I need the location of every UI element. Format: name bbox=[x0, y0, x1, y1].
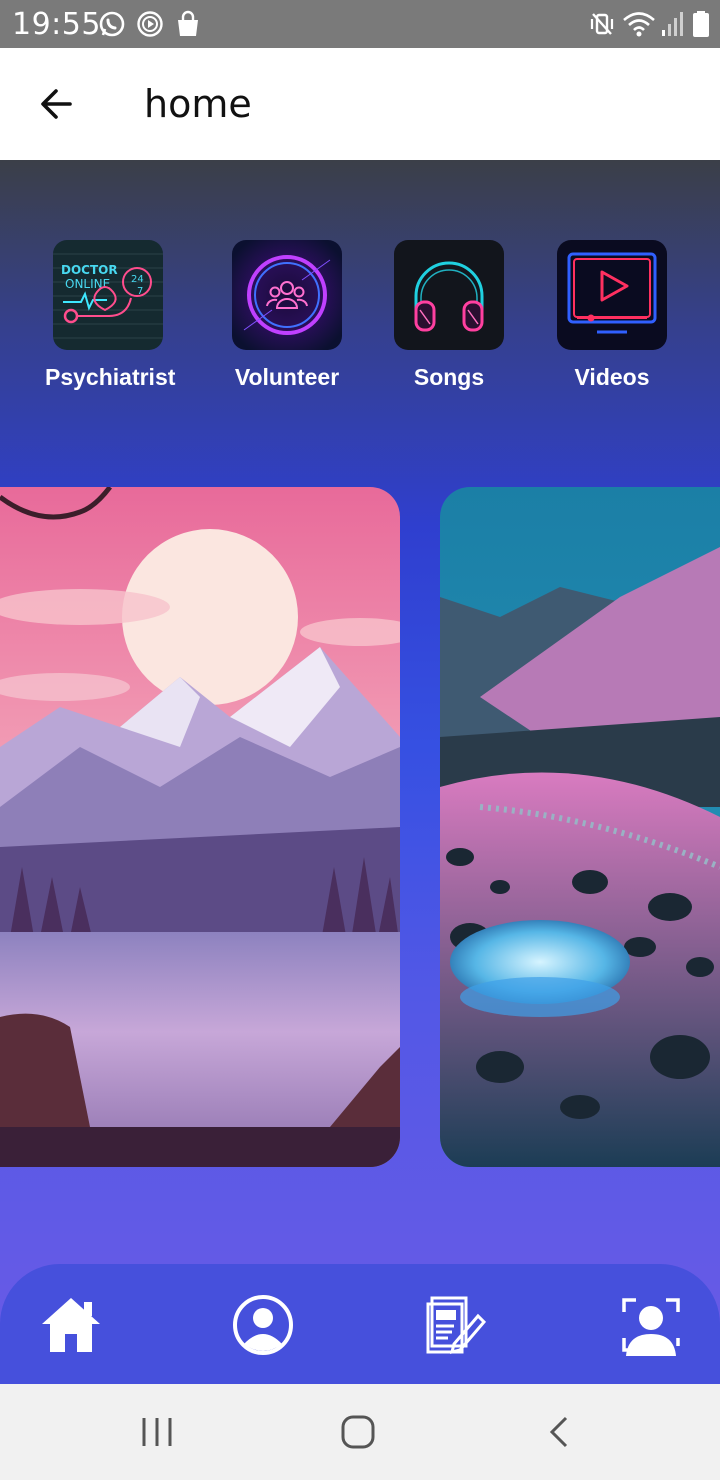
shortcut-songs[interactable]: Songs bbox=[394, 240, 504, 391]
media-play-icon bbox=[137, 11, 163, 37]
app-bar: home bbox=[0, 48, 720, 160]
recent-apps-icon[interactable] bbox=[140, 1414, 174, 1450]
shortcut-label: Volunteer bbox=[234, 364, 340, 390]
headphones-neon-icon[interactable] bbox=[394, 240, 504, 350]
main-content: DOCTOR ONLINE 24 7 Psychiatrist Voluntee… bbox=[0, 160, 720, 1384]
glowing-rock-river-image bbox=[440, 487, 720, 1167]
page-title: home bbox=[144, 82, 252, 126]
tile-text-doctor: DOCTOR bbox=[61, 263, 118, 277]
carousel-card-moon-mountains[interactable] bbox=[0, 487, 400, 1167]
tile-text-7: 7 bbox=[137, 286, 143, 297]
bottom-navigation bbox=[0, 1264, 720, 1384]
shortcut-label: Psychiatrist bbox=[45, 364, 176, 390]
notes-edit-icon[interactable] bbox=[424, 1294, 490, 1356]
tile-text-24: 24 bbox=[131, 274, 144, 285]
carousel-card-glowing-rock[interactable] bbox=[440, 487, 720, 1167]
doctor-online-icon[interactable]: DOCTOR ONLINE 24 7 bbox=[53, 240, 163, 350]
battery-icon bbox=[693, 11, 709, 37]
wifi-icon bbox=[623, 12, 655, 37]
shortcut-psychiatrist[interactable]: DOCTOR ONLINE 24 7 Psychiatrist bbox=[45, 240, 176, 391]
shortcut-label: Songs bbox=[413, 364, 485, 390]
home-icon[interactable] bbox=[38, 1294, 104, 1356]
group-neon-icon[interactable] bbox=[232, 240, 342, 350]
moon-mountain-lake-image bbox=[0, 487, 400, 1167]
shortcut-label: Videos bbox=[574, 364, 650, 390]
tile-text-online: ONLINE bbox=[65, 277, 110, 291]
shortcut-videos[interactable]: Videos bbox=[557, 240, 667, 391]
back-chevron-icon[interactable] bbox=[546, 1414, 574, 1450]
video-play-neon-icon[interactable] bbox=[557, 240, 667, 350]
vibrate-mute-icon bbox=[590, 13, 614, 35]
shopping-bag-icon bbox=[178, 10, 198, 36]
status-bar: 19:55 bbox=[0, 0, 720, 48]
arrow-left-icon[interactable] bbox=[30, 76, 86, 132]
whatsapp-icon bbox=[99, 11, 125, 37]
signal-icon bbox=[662, 12, 683, 36]
system-navigation-bar bbox=[0, 1384, 720, 1480]
home-circle-icon[interactable] bbox=[340, 1414, 376, 1450]
status-time: 19:55 bbox=[12, 7, 101, 42]
shortcut-volunteer[interactable]: Volunteer bbox=[226, 240, 348, 391]
face-scan-icon[interactable] bbox=[618, 1294, 684, 1356]
profile-icon[interactable] bbox=[230, 1294, 296, 1356]
